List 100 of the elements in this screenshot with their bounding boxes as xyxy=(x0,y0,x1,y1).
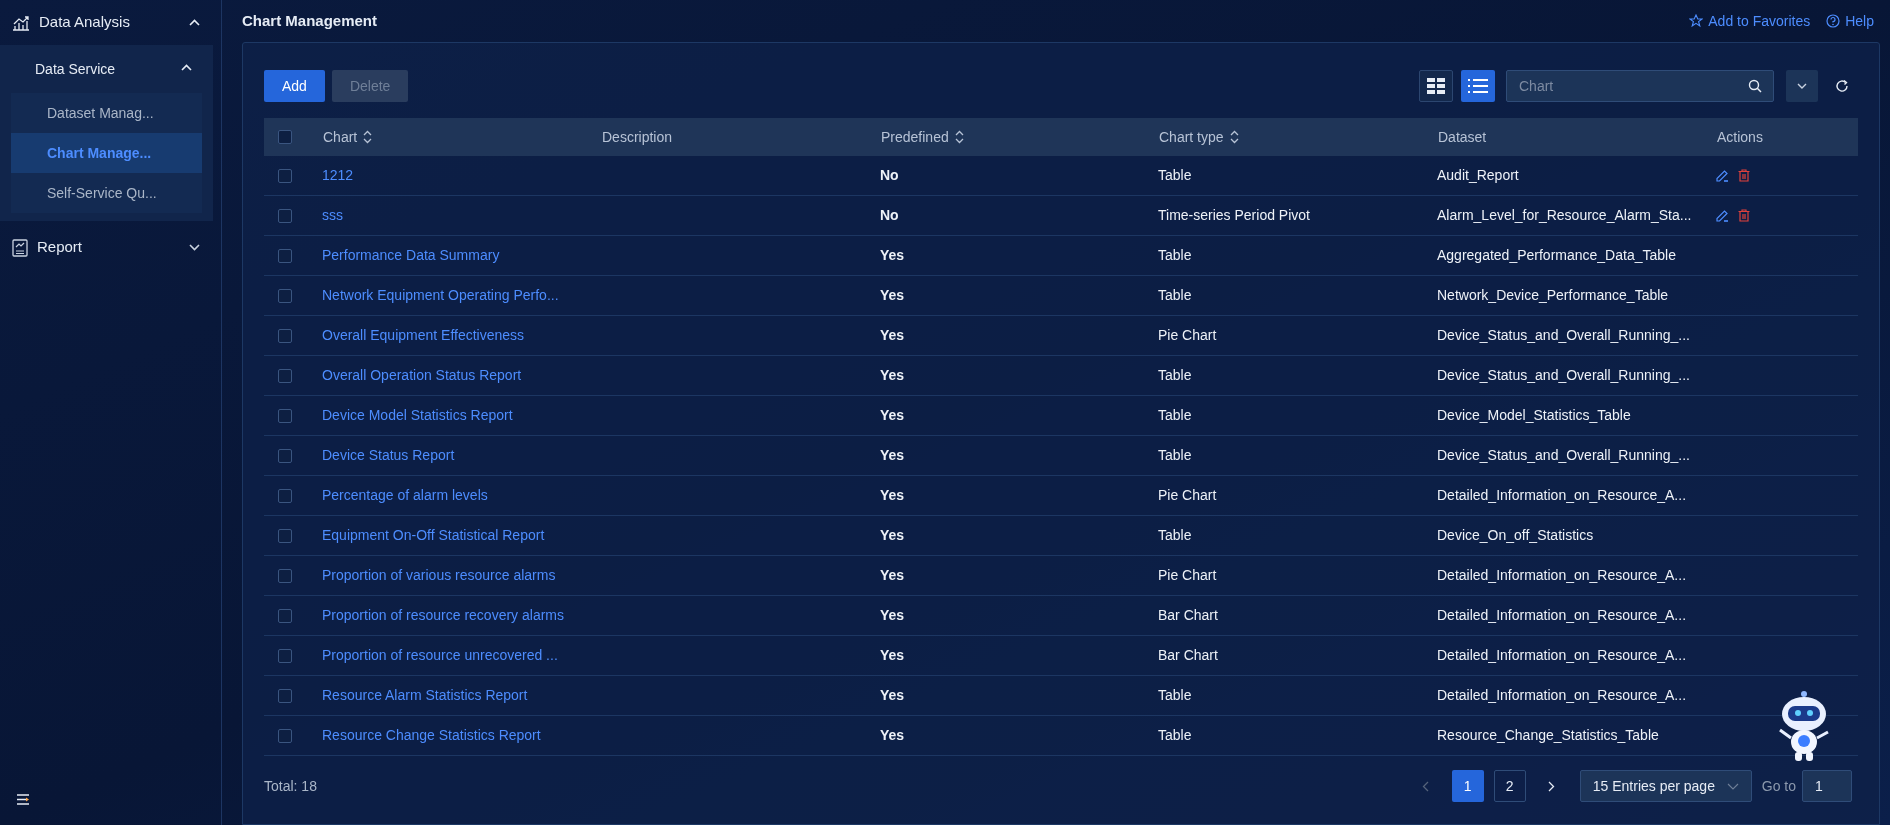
report-icon xyxy=(12,238,28,257)
page-button[interactable]: 1 xyxy=(1451,770,1484,802)
sort-icon xyxy=(1229,130,1239,144)
chart-link[interactable]: Resource Alarm Statistics Report xyxy=(322,687,528,703)
sort-icon xyxy=(954,130,964,144)
chart-link[interactable]: Performance Data Summary xyxy=(322,247,500,263)
list-view-button[interactable] xyxy=(1461,70,1495,102)
table-cell: Yes xyxy=(880,247,905,263)
table-cell: Yes xyxy=(880,647,905,663)
table-cell: Yes xyxy=(880,687,905,703)
chart-link[interactable]: Device Model Statistics Report xyxy=(322,407,513,423)
page-button[interactable]: 2 xyxy=(1493,770,1526,802)
chart-link[interactable]: Proportion of resource unrecovered ... xyxy=(322,647,558,663)
table-cell: Yes xyxy=(880,607,905,623)
table-cell: Table xyxy=(1158,727,1192,743)
chart-link[interactable]: Proportion of resource recovery alarms xyxy=(322,607,564,623)
table-cell: Device_Status_and_Overall_Running_... xyxy=(1437,447,1690,463)
chevron-right-icon xyxy=(1548,780,1556,792)
table-cell: Table xyxy=(1158,407,1192,423)
edit-icon[interactable] xyxy=(1716,169,1729,182)
menu-item[interactable]: Data Analysis xyxy=(0,0,160,45)
table-cell: Pie Chart xyxy=(1158,567,1217,583)
chart-link[interactable]: Network Equipment Operating Perfo... xyxy=(322,287,559,303)
checkbox[interactable] xyxy=(278,130,292,144)
column-header[interactable]: Predefined xyxy=(881,126,949,148)
line-chart-icon xyxy=(12,14,30,31)
list-icon xyxy=(1468,79,1488,93)
column-header[interactable]: Chart type xyxy=(1159,126,1224,148)
chart-link[interactable]: Percentage of alarm levels xyxy=(322,487,488,503)
table-cell: Table xyxy=(1158,367,1192,383)
checkbox[interactable] xyxy=(278,688,292,703)
table-cell: Table xyxy=(1158,167,1192,183)
column-header: Description xyxy=(602,127,673,147)
star-icon xyxy=(1689,14,1704,28)
goto-page-field[interactable]: 1 xyxy=(1802,770,1852,802)
grid-view-button[interactable] xyxy=(1419,70,1453,102)
checkbox[interactable] xyxy=(278,528,292,543)
checkbox[interactable] xyxy=(278,448,292,463)
chart-link[interactable]: Overall Equipment Effectiveness xyxy=(322,327,525,343)
checkbox[interactable] xyxy=(278,608,292,623)
table-cell: No xyxy=(880,167,899,183)
checkbox[interactable] xyxy=(278,488,292,503)
checkbox[interactable] xyxy=(278,248,292,263)
table-cell: Yes xyxy=(880,487,905,503)
help-link[interactable]: Help xyxy=(1826,10,1874,32)
table-cell: Yes xyxy=(880,447,905,463)
chart-link[interactable]: Equipment On-Off Statistical Report xyxy=(322,527,545,543)
chart-link[interactable]: Proportion of various resource alarms xyxy=(322,567,556,583)
trash-icon[interactable] xyxy=(1738,169,1750,182)
chart-link[interactable]: Overall Operation Status Report xyxy=(322,367,522,383)
dropdown-button[interactable] xyxy=(1786,70,1818,102)
checkbox[interactable] xyxy=(278,728,292,743)
favorites-link[interactable]: Add to Favorites xyxy=(1689,10,1811,32)
table-cell: Aggregated_Performance_Data_Table xyxy=(1437,247,1676,263)
submenu-item[interactable]: Dataset Manag... xyxy=(11,93,202,133)
edit-icon[interactable] xyxy=(1716,209,1729,222)
submenu-item[interactable]: Data Service xyxy=(0,45,160,93)
checkbox[interactable] xyxy=(278,408,292,423)
checkbox[interactable] xyxy=(278,208,292,223)
page-size-select[interactable]: 15 Entries per page xyxy=(1579,770,1752,802)
checkbox[interactable] xyxy=(278,368,292,383)
checkbox[interactable] xyxy=(278,648,292,663)
table-cell: Table xyxy=(1158,247,1192,263)
goto-label: Go to xyxy=(1761,776,1796,796)
table-cell: Yes xyxy=(880,367,905,383)
table-cell: Table xyxy=(1158,527,1192,543)
chart-link[interactable]: 1212 xyxy=(322,167,354,183)
table-cell: Pie Chart xyxy=(1158,327,1217,343)
checkbox[interactable] xyxy=(278,288,292,303)
trash-icon[interactable] xyxy=(1738,209,1750,222)
add-button[interactable]: Add xyxy=(264,70,325,102)
search-field[interactable]: Chart xyxy=(1506,70,1774,102)
submenu-item[interactable]: Chart Manage... xyxy=(11,133,202,173)
table-cell: Yes xyxy=(880,287,905,303)
checkbox[interactable] xyxy=(278,168,292,183)
table-cell: Detailed_Information_on_Resource_A... xyxy=(1437,487,1687,503)
sort-icon xyxy=(363,130,373,144)
column-header: Dataset xyxy=(1438,127,1487,147)
table-cell: Device_Model_Statistics_Table xyxy=(1437,407,1631,423)
table-cell: Table xyxy=(1158,447,1192,463)
help-icon xyxy=(1826,14,1841,28)
chart-link[interactable]: sss xyxy=(322,207,343,223)
table-cell: Table xyxy=(1158,687,1192,703)
table-cell: Detailed_Information_on_Resource_A... xyxy=(1437,607,1687,623)
chevron-left-icon xyxy=(1422,780,1430,792)
submenu-item[interactable]: Self-Service Qu... xyxy=(11,173,202,213)
table-cell: No xyxy=(880,207,899,223)
collapse-menu-icon xyxy=(16,794,30,805)
checkbox[interactable] xyxy=(278,568,292,583)
menu-item[interactable]: Report xyxy=(0,225,160,270)
table-cell: Bar Chart xyxy=(1158,647,1218,663)
page-title: Chart Management xyxy=(242,10,378,31)
table-cell: Yes xyxy=(880,527,905,543)
column-header[interactable]: Chart xyxy=(323,126,358,148)
checkbox[interactable] xyxy=(278,328,292,343)
table-cell: Detailed_Information_on_Resource_A... xyxy=(1437,647,1687,663)
table-cell: Resource_Change_Statistics_Table xyxy=(1437,727,1659,743)
table-cell: Time-series Period Pivot xyxy=(1158,207,1310,223)
chart-link[interactable]: Resource Change Statistics Report xyxy=(322,727,541,743)
chart-link[interactable]: Device Status Report xyxy=(322,447,455,463)
